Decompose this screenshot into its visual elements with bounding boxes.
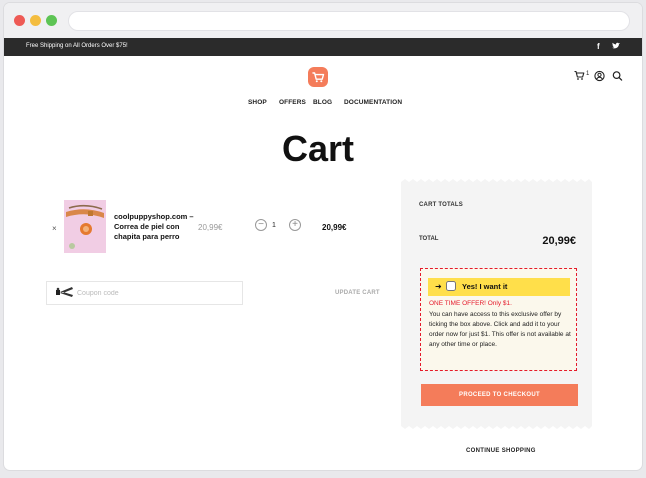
shop-logo[interactable]: [308, 67, 328, 87]
nav-offers[interactable]: OFFERS: [279, 99, 306, 106]
address-bar[interactable]: [68, 11, 630, 31]
proceed-to-checkout-button[interactable]: PROCEED TO CHECKOUT: [421, 384, 578, 406]
item-subtotal: 20,99€: [322, 223, 347, 232]
panel-bottom-edge: [401, 423, 592, 429]
browser-chrome: [4, 3, 642, 41]
header-cart[interactable]: 1: [574, 70, 592, 82]
shopping-cart-icon: [312, 72, 325, 83]
cart-count: 1: [586, 71, 590, 77]
continue-shopping-link[interactable]: CONTINUE SHOPPING: [466, 448, 536, 454]
quantity-value[interactable]: 1: [272, 222, 276, 229]
coupon-input[interactable]: [46, 281, 243, 305]
cart-totals-heading: CART TOTALS: [419, 202, 463, 208]
update-cart-button[interactable]: UPDATE CART: [335, 290, 380, 296]
cart-icon: [574, 70, 585, 80]
coupon-scissors-icon: [56, 287, 73, 297]
product-price: 20,99€: [198, 223, 223, 232]
quantity-decrease-button[interactable]: −: [255, 219, 267, 231]
product-thumbnail[interactable]: [64, 200, 106, 253]
total-label: TOTAL: [419, 236, 439, 242]
shipping-notice: Free Shipping on All Orders Over $75!: [26, 43, 128, 49]
minimize-window-dot[interactable]: [30, 15, 41, 26]
maximize-window-dot[interactable]: [46, 15, 57, 26]
page-title: Cart: [281, 128, 355, 169]
product-name-link[interactable]: coolpuppyshop.com – Correa de piel con c…: [114, 212, 194, 242]
remove-item-button[interactable]: ×: [52, 224, 57, 233]
announcement-bar: Free Shipping on All Orders Over $75! f: [4, 38, 642, 56]
search-icon[interactable]: [612, 70, 623, 82]
offer-want-label[interactable]: Yes! I want it: [462, 282, 507, 291]
twitter-icon[interactable]: [612, 42, 620, 53]
offer-headline: ONE TIME OFFER! Only $1.: [429, 300, 512, 307]
nav-documentation[interactable]: DOCUMENTATION: [344, 99, 402, 106]
total-value: 20,99€: [542, 235, 576, 247]
close-window-dot[interactable]: [14, 15, 25, 26]
dog-collar-image: [64, 200, 106, 253]
offer-checkbox[interactable]: [446, 281, 456, 291]
nav-shop[interactable]: SHOP: [248, 99, 267, 106]
nav-blog[interactable]: BLOG: [313, 99, 332, 106]
panel-top-edge: [401, 179, 592, 185]
arrow-right-icon: ➜: [435, 282, 442, 291]
user-icon[interactable]: [594, 70, 605, 82]
offer-description: You can have access to this exclusive of…: [429, 311, 571, 348]
facebook-icon[interactable]: f: [597, 42, 600, 52]
quantity-increase-button[interactable]: +: [289, 219, 301, 231]
